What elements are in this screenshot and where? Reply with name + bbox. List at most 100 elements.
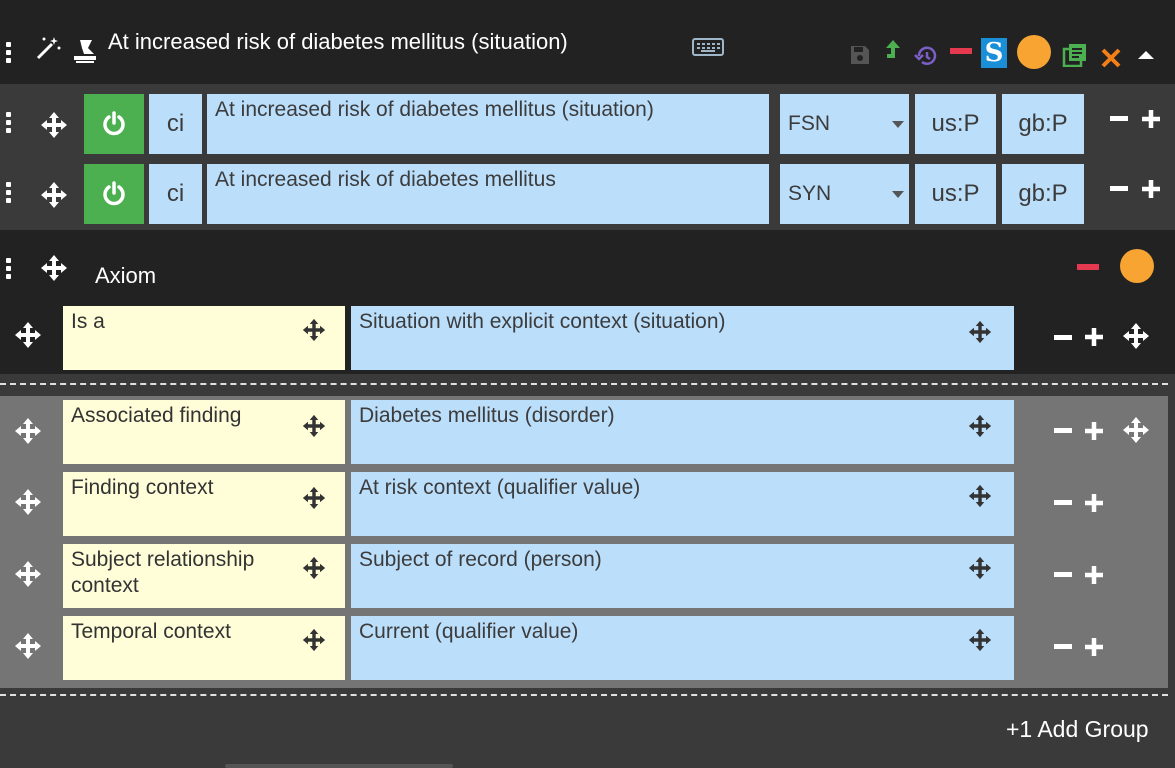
move-icon[interactable]	[40, 254, 68, 282]
group-divider	[0, 694, 1168, 696]
close-icon[interactable]	[1100, 47, 1122, 74]
attribute-value-label: At risk context (qualifier value)	[359, 476, 641, 499]
remove-icon[interactable]	[950, 48, 972, 54]
attribute-type-field[interactable]: Subject relationship context	[63, 544, 345, 608]
description-type-select[interactable]: FSN	[780, 94, 909, 154]
attribute-value-field[interactable]: At risk context (qualifier value)	[351, 472, 1014, 536]
active-toggle-button[interactable]	[84, 94, 144, 154]
remove-relationship-button[interactable]	[1054, 644, 1072, 649]
move-icon[interactable]	[302, 318, 326, 342]
attribute-type-label: Subject relationship context	[71, 548, 255, 597]
case-significance-field[interactable]: ci	[149, 94, 202, 154]
move-icon[interactable]	[14, 417, 42, 450]
attribute-type-label: Is a	[71, 310, 105, 333]
add-relationship-button[interactable]	[1084, 327, 1104, 352]
remove-axiom-button[interactable]	[1077, 264, 1099, 270]
move-icon[interactable]	[14, 560, 42, 593]
us-acceptability-field[interactable]: us:P	[915, 94, 996, 154]
axiom-header: Axiom	[0, 230, 1175, 302]
move-icon[interactable]	[1122, 322, 1150, 350]
attribute-type-field[interactable]: Temporal context	[63, 616, 345, 680]
drag-handle-icon[interactable]	[6, 258, 14, 282]
drag-handle-icon[interactable]	[6, 182, 14, 206]
is-a-row: Is a Situation with explicit context (si…	[0, 302, 1175, 374]
description-term-field[interactable]: At increased risk of diabetes mellitus	[207, 164, 769, 224]
description-type-select[interactable]: SYN	[780, 164, 909, 224]
attribute-type-label: Temporal context	[71, 620, 231, 643]
magic-wand-icon[interactable]	[34, 34, 62, 67]
axiom-status-circle-icon[interactable]	[1120, 249, 1154, 283]
remove-relationship-button[interactable]	[1054, 572, 1072, 577]
attribute-type-field[interactable]: Associated finding	[63, 400, 345, 464]
remove-description-button[interactable]	[1110, 186, 1128, 191]
collapse-caret-icon[interactable]	[1137, 48, 1155, 66]
move-icon[interactable]	[968, 484, 992, 508]
attribute-value-label: Subject of record (person)	[359, 548, 602, 571]
add-relationship-button[interactable]	[1084, 493, 1104, 518]
attribute-value-label: Diabetes mellitus (disorder)	[359, 404, 615, 427]
remove-description-button[interactable]	[1110, 116, 1128, 121]
horizontal-scrollbar[interactable]	[225, 764, 453, 768]
move-icon[interactable]	[968, 628, 992, 652]
move-icon[interactable]	[14, 488, 42, 521]
gb-acceptability-field[interactable]: gb:P	[1002, 164, 1084, 224]
move-icon[interactable]	[302, 414, 326, 438]
type-select-value: FSN	[788, 112, 830, 135]
move-icon[interactable]	[1122, 416, 1150, 449]
gb-acceptability-field[interactable]: gb:P	[1002, 94, 1084, 154]
concept-header: At increased risk of diabetes mellitus (…	[0, 0, 1175, 84]
move-icon[interactable]	[14, 321, 42, 349]
remove-relationship-button[interactable]	[1054, 335, 1072, 340]
add-relationship-button[interactable]	[1084, 421, 1104, 446]
drag-handle-icon[interactable]	[6, 112, 14, 136]
move-icon[interactable]	[968, 556, 992, 580]
description-row: ci At increased risk of diabetes mellitu…	[0, 94, 1175, 154]
attribute-value-label: Current (qualifier value)	[359, 620, 579, 643]
attribute-type-label: Associated finding	[71, 404, 242, 427]
attribute-value-field[interactable]: Subject of record (person)	[351, 544, 1014, 608]
s-badge-icon[interactable]: S	[981, 38, 1007, 68]
add-description-button[interactable]	[1141, 109, 1161, 134]
active-toggle-button[interactable]	[84, 164, 144, 224]
move-icon[interactable]	[968, 414, 992, 438]
group-relationship-row: Associated finding Diabetes mellitus (di…	[0, 396, 1168, 468]
case-significance-field[interactable]: ci	[149, 164, 202, 224]
group-divider-area	[0, 374, 1175, 396]
add-description-button[interactable]	[1141, 179, 1161, 204]
move-icon[interactable]	[302, 486, 326, 510]
move-icon[interactable]	[968, 320, 992, 344]
description-row: ci At increased risk of diabetes mellitu…	[0, 164, 1175, 224]
axiom-title: Axiom	[95, 263, 157, 288]
drag-handle-icon[interactable]	[6, 42, 14, 66]
attribute-value-label: Situation with explicit context (situati…	[359, 310, 726, 333]
move-icon[interactable]	[40, 181, 68, 209]
copy-icon[interactable]	[1062, 43, 1088, 72]
attribute-value-field[interactable]: Current (qualifier value)	[351, 616, 1014, 680]
attribute-type-field[interactable]: Finding context	[63, 472, 345, 536]
concept-title: At increased risk of diabetes mellitus (…	[108, 29, 568, 54]
stamp-icon[interactable]	[72, 36, 98, 69]
promote-arrow-icon[interactable]	[884, 38, 902, 69]
add-relationship-button[interactable]	[1084, 565, 1104, 590]
group-relationship-row: Subject relationship context Subject of …	[0, 541, 1168, 613]
move-icon[interactable]	[40, 111, 68, 139]
save-icon[interactable]	[849, 44, 871, 71]
move-icon[interactable]	[14, 632, 42, 665]
keyboard-icon[interactable]	[692, 37, 724, 62]
status-circle-icon[interactable]	[1017, 35, 1051, 69]
attribute-type-label: Finding context	[71, 476, 214, 499]
history-icon[interactable]	[913, 44, 939, 73]
remove-relationship-button[interactable]	[1054, 500, 1072, 505]
group-divider-area	[0, 688, 1175, 704]
attribute-type-field[interactable]: Is a	[63, 306, 345, 370]
description-term-field[interactable]: At increased risk of diabetes mellitus (…	[207, 94, 769, 154]
descriptions-section: ci At increased risk of diabetes mellitu…	[0, 84, 1175, 230]
us-acceptability-field[interactable]: us:P	[915, 164, 996, 224]
move-icon[interactable]	[302, 556, 326, 580]
add-relationship-button[interactable]	[1084, 637, 1104, 662]
add-group-button[interactable]: +1 Add Group	[1006, 716, 1149, 743]
move-icon[interactable]	[302, 628, 326, 652]
attribute-value-field[interactable]: Diabetes mellitus (disorder)	[351, 400, 1014, 464]
attribute-value-field[interactable]: Situation with explicit context (situati…	[351, 306, 1014, 370]
remove-relationship-button[interactable]	[1054, 428, 1072, 433]
